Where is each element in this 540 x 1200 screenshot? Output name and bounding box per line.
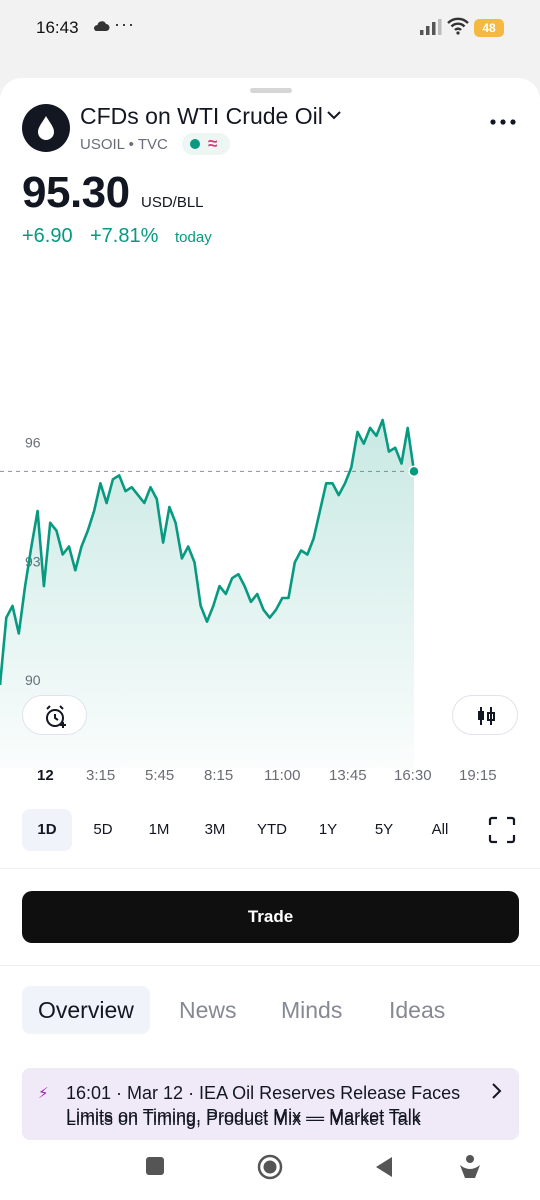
candlestick-icon [478,707,495,725]
system-nav-bar [0,1140,540,1200]
status-notification-dots: ··· [114,14,135,34]
range-ytd[interactable]: YTD [246,809,298,851]
range-5d[interactable]: 5D [78,809,128,851]
add-alert-button[interactable] [22,695,87,735]
range-all[interactable]: All [418,809,462,851]
x-tick-label: 8:15 [204,767,234,784]
tab-news[interactable]: News [179,986,237,1034]
range-3m[interactable]: 3M [190,809,240,851]
x-tick-label: 5:45 [145,767,175,784]
chart-style-button[interactable] [452,695,518,735]
price-chart[interactable]: 969390 [0,78,540,768]
tab-overview[interactable]: Overview [22,986,150,1034]
signal-icon [420,19,442,35]
x-tick-label: 11:00 [264,767,301,784]
range-1m[interactable]: 1M [134,809,184,851]
recent-apps-icon[interactable] [145,1156,165,1176]
trade-button[interactable]: Trade [22,891,519,943]
tab-ideas[interactable]: Ideas [389,986,445,1034]
home-icon[interactable] [257,1154,283,1180]
divider [0,868,540,869]
chevron-right-icon [492,1083,502,1099]
range-1d[interactable]: 1D [22,809,72,851]
range-1y[interactable]: 1Y [306,809,350,851]
news-item[interactable]: ⚡ 16:01 · Mar 12 · IEA Oil Reserves Rele… [22,1068,519,1140]
x-tick-label: 16:30 [394,767,432,784]
range-5y[interactable]: 5Y [362,809,406,851]
x-tick-label: 13:45 [329,767,367,784]
wifi-icon [447,17,469,35]
y-tick-label: 96 [25,435,41,451]
battery-indicator: 48 [474,19,504,37]
symbol-sheet: CFDs on WTI Crude Oil USOIL • TVC ≈ 95.3… [0,78,540,1200]
status-time: 16:43 [36,18,79,37]
last-price-dot [408,465,420,478]
back-icon[interactable] [374,1156,394,1178]
divider [0,965,540,966]
x-tick-label: 12 [37,767,54,784]
assistant-icon[interactable] [458,1154,482,1180]
add-alarm-icon [46,705,66,728]
tab-minds[interactable]: Minds [281,986,342,1034]
fullscreen-icon[interactable] [488,816,516,844]
time-range-selector: 1D 5D 1M 3M YTD 1Y 5Y All [22,809,502,851]
content-tabs: Overview News Minds Ideas [0,986,540,1036]
flash-news-icon: ⚡ [38,1085,49,1102]
cloud-icon [94,21,110,31]
status-bar: 16:43 ··· 48 [0,0,540,58]
x-tick-label: 3:15 [86,767,116,784]
news-item-next: Limits on Timing, Product Mix — Market T… [66,1106,421,1126]
x-tick-label: 19:15 [459,767,497,784]
